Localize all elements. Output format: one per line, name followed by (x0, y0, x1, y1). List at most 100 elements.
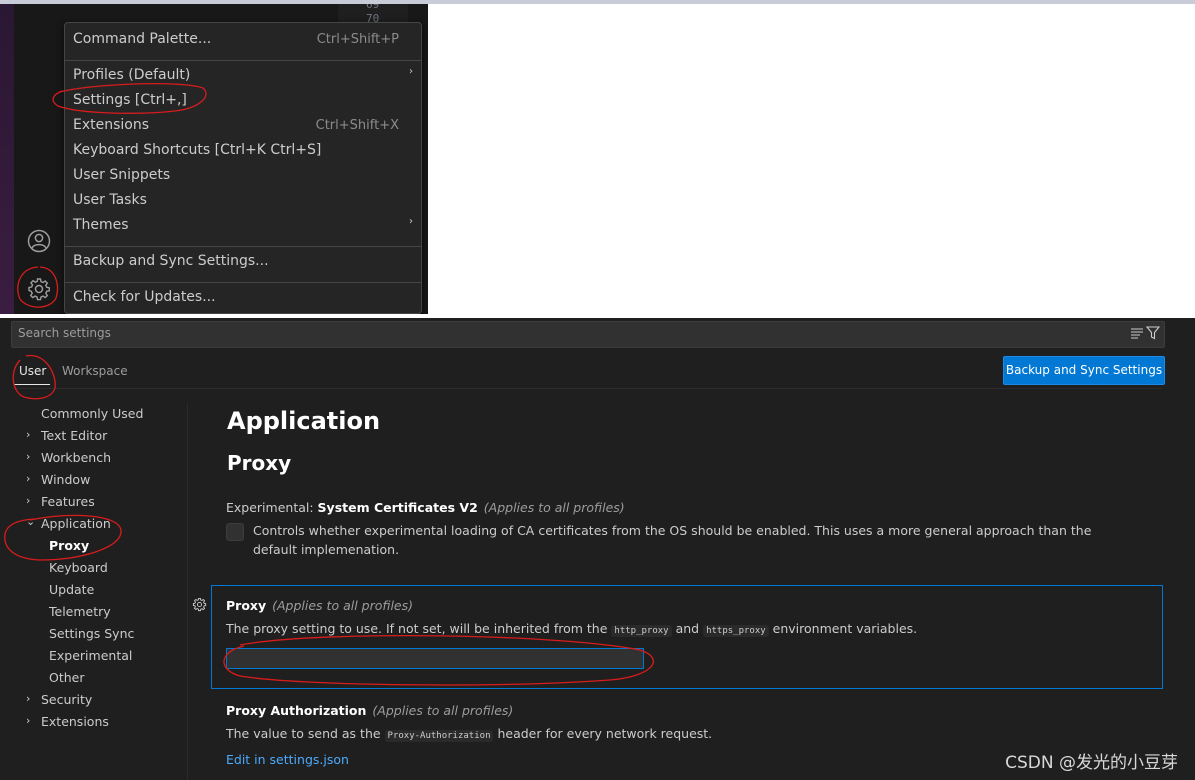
proxy-input[interactable] (226, 648, 644, 669)
menu-item-label: User Tasks (73, 192, 147, 208)
manage-menu-screenshot: 69 70 Command Palette... Ctrl+Shift+P Pr… (0, 4, 428, 314)
setting-title-proxy: Proxy (Applies to all profiles) (226, 598, 413, 613)
settings-toc: Commonly Used › Text Editor › Workbench › W… (0, 403, 187, 780)
setting-description: Controls whether experimental loading of… (253, 523, 1092, 557)
menu-item-label: Check for Updates... (73, 289, 216, 305)
chevron-right-icon: › (26, 714, 31, 727)
menu-item-keyboard-shortcuts[interactable]: Keyboard Shortcuts [Ctrl+K Ctrl+S] (65, 139, 421, 163)
toc-label: Workbench (41, 450, 111, 465)
menu-item-shortcut: Ctrl+Shift+X (315, 118, 399, 133)
toc-proxy[interactable]: Proxy (49, 538, 89, 558)
subsection-title: Proxy (227, 451, 292, 475)
chevron-right-icon: › (409, 66, 413, 77)
search-actions (1130, 326, 1161, 343)
menu-item-themes[interactable]: Themes › (65, 214, 421, 238)
setting-description: The proxy setting to use. If not set, wi… (226, 619, 917, 641)
setting-name: System Certificates V2 (317, 500, 478, 515)
filter-icon[interactable] (1130, 326, 1161, 340)
toc-other[interactable]: Other (49, 670, 85, 690)
menu-item-label: Keyboard Shortcuts [Ctrl+K Ctrl+S] (73, 142, 322, 158)
setting-category: Experimental: (226, 500, 318, 515)
setting-title-system-certs: Experimental: System Certificates V2 (App… (226, 500, 625, 515)
menu-item-backup-sync[interactable]: Backup and Sync Settings... (65, 250, 421, 274)
setting-name: Proxy (226, 598, 267, 613)
manage-context-menu: Command Palette... Ctrl+Shift+P Profiles… (64, 22, 422, 314)
chevron-right-icon: › (26, 692, 31, 705)
chevron-right-icon: › (26, 428, 31, 441)
backup-sync-button[interactable]: Backup and Sync Settings (1003, 356, 1165, 385)
toc-label: Text Editor (41, 428, 108, 443)
toc-text-editor[interactable]: › Text Editor (26, 428, 108, 448)
chevron-right-icon: › (26, 450, 31, 463)
line-number: 69 (366, 4, 380, 11)
desc-text: environment variables. (768, 621, 918, 636)
chevron-down-icon: ⌄ (26, 515, 36, 528)
menu-item-label: Themes (73, 217, 129, 233)
menu-item-label: Settings [Ctrl+,] (73, 92, 187, 108)
tabs-divider (12, 388, 1162, 389)
search-box (11, 321, 1165, 348)
toc-application[interactable]: ⌄ Application (26, 515, 111, 536)
menu-item-extensions[interactable]: Extensions Ctrl+Shift+X (65, 114, 421, 138)
menu-item-shortcut: Ctrl+Shift+P (316, 32, 399, 47)
tab-workspace[interactable]: Workspace (62, 364, 128, 378)
menu-separator (65, 60, 421, 61)
toc-label: Security (41, 692, 93, 707)
toc-label: Features (41, 494, 95, 509)
tab-active-indicator (14, 384, 50, 385)
toc-keyboard[interactable]: Keyboard (49, 560, 108, 580)
setting-scope: (Applies to all profiles) (483, 500, 625, 515)
desc-text: The proxy setting to use. If not set, wi… (226, 621, 612, 636)
toc-window[interactable]: › Window (26, 472, 91, 492)
inline-code: http_proxy (611, 625, 672, 637)
tab-user[interactable]: User (19, 364, 46, 378)
gear-icon[interactable] (26, 276, 52, 302)
editor-edge (0, 4, 14, 314)
menu-item-label: Command Palette... (73, 31, 212, 47)
account-icon[interactable] (26, 228, 52, 254)
toc-settings-sync[interactable]: Settings Sync (49, 626, 134, 646)
inline-code: https_proxy (703, 625, 769, 637)
setting-scope: (Applies to all profiles) (372, 703, 514, 718)
menu-item-label: Extensions (73, 117, 150, 133)
menu-item-profiles[interactable]: Profiles (Default) › (65, 64, 421, 88)
toc-workbench[interactable]: › Workbench (26, 450, 111, 470)
settings-content: Application Proxy Experimental: System C… (187, 403, 1195, 780)
desc-text: and (671, 621, 704, 636)
chevron-right-icon: › (409, 216, 413, 227)
menu-item-user-snippets[interactable]: User Snippets (65, 164, 421, 188)
toc-label: Application (41, 516, 111, 531)
toc-commonly-used[interactable]: Commonly Used (41, 406, 143, 426)
settings-editor: User Workspace Backup and Sync Settings … (0, 318, 1195, 780)
menu-separator (65, 282, 421, 283)
activity-bar (14, 4, 64, 314)
inline-code: Proxy-Authorization (384, 730, 494, 742)
toc-experimental[interactable]: Experimental (49, 648, 132, 668)
toc-telemetry[interactable]: Telemetry (49, 604, 111, 624)
watermark: CSDN @发光的小豆芽 (1005, 753, 1178, 773)
menu-item-settings[interactable]: Settings [Ctrl+,] (65, 89, 421, 113)
menu-item-label: Profiles (Default) (73, 67, 191, 83)
menu-item-label: Backup and Sync Settings... (73, 253, 269, 269)
search-input[interactable] (18, 326, 1108, 340)
system-certs-checkbox[interactable] (226, 523, 244, 541)
setting-scope: (Applies to all profiles) (272, 598, 413, 613)
menu-item-label: User Snippets (73, 167, 171, 183)
toc-security[interactable]: › Security (26, 692, 93, 712)
menu-item-command-palette[interactable]: Command Palette... Ctrl+Shift+P (65, 28, 421, 52)
toc-label: Extensions (41, 714, 109, 729)
chevron-right-icon: › (26, 472, 31, 485)
edit-in-settings-json-link[interactable]: Edit in settings.json (226, 752, 349, 767)
menu-item-check-updates[interactable]: Check for Updates... (65, 286, 421, 310)
menu-item-user-tasks[interactable]: User Tasks (65, 189, 421, 213)
desc-text: The value to send as the (226, 726, 385, 741)
setting-description: The value to send as the Proxy-Authoriza… (226, 724, 712, 746)
menu-separator (65, 246, 421, 247)
section-title: Application (227, 407, 381, 435)
toc-update[interactable]: Update (49, 582, 94, 602)
toc-features[interactable]: › Features (26, 494, 95, 514)
toc-extensions[interactable]: › Extensions (26, 714, 109, 734)
setting-gear-icon[interactable] (192, 597, 207, 612)
toc-label: Window (41, 472, 91, 487)
desc-text: header for every network request. (493, 726, 713, 741)
